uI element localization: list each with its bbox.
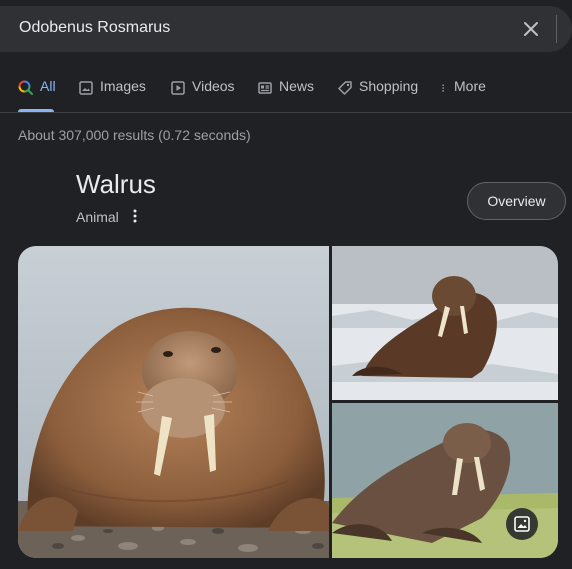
close-icon	[524, 22, 538, 36]
gallery-photo-main[interactable]	[18, 246, 329, 558]
image-search-button[interactable]	[506, 508, 538, 540]
tab-all[interactable]: All	[18, 78, 56, 112]
knowledge-panel-more-button[interactable]	[128, 207, 142, 225]
tab-images-label: Images	[100, 78, 146, 94]
tab-all-label: All	[40, 78, 56, 94]
video-icon	[171, 81, 185, 95]
search-bar[interactable]: Odobenus Rosmarus	[0, 6, 572, 52]
tab-images[interactable]: Images	[78, 78, 146, 112]
tab-more[interactable]: More	[440, 78, 486, 112]
tab-more-label: More	[454, 78, 486, 94]
knowledge-panel-subtitle: Animal	[76, 209, 119, 225]
walrus-photo	[332, 246, 558, 400]
tabs-divider	[0, 112, 572, 113]
tab-shopping-label: Shopping	[359, 78, 419, 94]
clear-search-button[interactable]	[520, 18, 542, 40]
image-gallery	[18, 246, 558, 558]
tab-news[interactable]: News	[257, 78, 314, 112]
tag-icon	[338, 81, 352, 95]
tab-shopping[interactable]: Shopping	[337, 78, 418, 112]
image-icon	[79, 81, 93, 95]
search-icon	[18, 80, 33, 95]
search-input[interactable]: Odobenus Rosmarus	[19, 19, 170, 37]
more-vert-icon	[133, 209, 137, 223]
tab-videos-label: Videos	[192, 78, 235, 94]
search-divider	[556, 15, 557, 43]
gallery-photo-top-right[interactable]	[332, 246, 558, 400]
result-stats: About 307,000 results (0.72 seconds)	[18, 127, 251, 143]
image-icon	[514, 516, 530, 532]
tab-news-label: News	[279, 78, 315, 94]
knowledge-panel-title: Walrus	[76, 169, 156, 199]
overview-button[interactable]: Overview	[467, 182, 566, 220]
more-vert-icon	[442, 84, 444, 92]
tab-videos[interactable]: Videos	[170, 78, 235, 112]
search-tabs: All Images Videos News Shopping More	[0, 78, 572, 112]
walrus-photo	[18, 246, 329, 558]
news-icon	[258, 82, 272, 94]
